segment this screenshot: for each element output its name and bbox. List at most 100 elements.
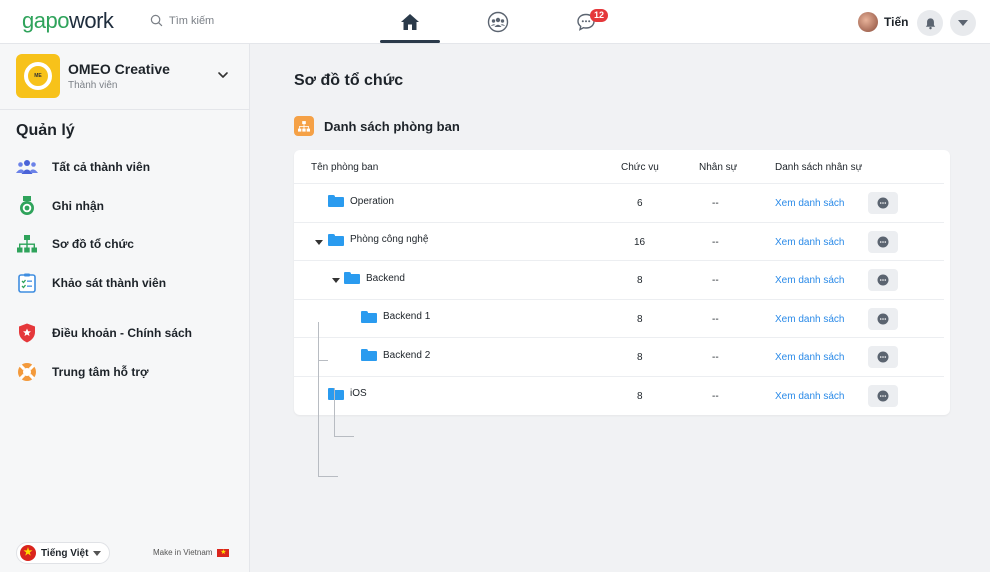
list-title-text: Danh sách phòng ban — [324, 118, 460, 134]
folder-icon — [361, 349, 377, 361]
members-icon — [16, 156, 38, 178]
sidebar-item-label: Khảo sát thành viên — [52, 276, 167, 290]
sidebar-item-label: Sơ đồ tổ chức — [52, 237, 134, 251]
group-icon[interactable] — [486, 10, 510, 34]
vietnam-flag-icon: ★ — [217, 548, 230, 557]
chevron-down-icon — [218, 72, 228, 78]
staff-count: -- — [712, 198, 719, 209]
made-in-label: Make in Vietnam — [153, 548, 213, 557]
sidebar-item-recognition[interactable]: Ghi nhận — [16, 194, 104, 218]
shield-icon — [16, 322, 38, 344]
staff-count: -- — [712, 275, 719, 286]
staff-count: -- — [712, 390, 719, 402]
view-list-link[interactable]: Xem danh sách — [775, 275, 845, 286]
tree-connector-line — [334, 388, 335, 436]
table-row: Backend 1 8 -- Xem danh sách — [294, 300, 944, 338]
org-chart-icon — [294, 116, 314, 136]
org-switcher[interactable]: ME OMEO Creative Thành viên — [16, 54, 236, 100]
lifebuoy-icon — [16, 361, 38, 383]
folder-icon — [328, 387, 344, 400]
department-list-title: Danh sách phòng ban — [294, 116, 460, 136]
department-name-text: Phòng công nghệ — [350, 234, 429, 245]
folder-icon — [328, 195, 344, 207]
chat-bubble-icon — [877, 236, 889, 247]
tree-connector-line — [318, 360, 328, 361]
staff-count: -- — [712, 313, 719, 325]
chat-button[interactable] — [868, 230, 898, 253]
view-list-link[interactable]: Xem danh sách — [775, 352, 845, 363]
sidebar-item-org-chart[interactable]: Sơ đồ tổ chức — [16, 232, 134, 256]
account-dropdown-button[interactable] — [950, 10, 976, 36]
department-table: Tên phòng ban Chức vụ Nhân sự Danh sách … — [294, 150, 950, 415]
sidebar-item-all-members[interactable]: Tất cả thành viên — [16, 155, 150, 179]
department-name[interactable]: Backend 1 — [361, 310, 431, 323]
chat-button[interactable] — [868, 384, 898, 407]
table-row: Backend 8 -- Xem danh sách — [294, 261, 944, 300]
table-header: Tên phòng ban Chức vụ Nhân sự Danh sách … — [294, 150, 944, 184]
sidebar: ME OMEO Creative Thành viên Quản lý Tất … — [0, 44, 250, 572]
chat-button[interactable] — [868, 192, 898, 214]
avatar — [858, 12, 878, 32]
sidebar-item-label: Tất cả thành viên — [52, 160, 151, 174]
language-select[interactable]: ★ Tiếng Việt — [16, 542, 111, 564]
table-row: Operation 6 -- Xem danh sách — [294, 184, 944, 223]
department-name-text: Backend — [366, 272, 405, 284]
search-icon — [150, 14, 163, 27]
home-icon[interactable] — [398, 10, 422, 34]
table-row: Backend 2 8 -- Xem danh sách — [294, 338, 944, 377]
gapowork-logo[interactable]: gapowork — [22, 8, 114, 34]
bell-icon — [925, 17, 935, 29]
folder-icon — [344, 272, 360, 284]
sidebar-item-label: Trung tâm hỗ trợ — [52, 365, 149, 379]
chat-button[interactable] — [868, 307, 898, 330]
search-box[interactable]: Tìm kiếm — [150, 14, 214, 27]
made-in-vietnam: Make in Vietnam ★ — [153, 548, 230, 557]
tree-connector-line — [318, 476, 338, 477]
view-list-link[interactable]: Xem danh sách — [775, 237, 845, 248]
table-row: iOS 8 -- Xem danh sách — [294, 377, 944, 416]
positions-count: 16 — [634, 236, 646, 248]
expand-caret-icon[interactable] — [332, 278, 340, 283]
org-role: Thành viên — [68, 80, 118, 91]
chat-button[interactable] — [868, 269, 898, 291]
department-name[interactable]: Operation — [328, 195, 394, 207]
folder-icon — [361, 310, 377, 323]
positions-count: 8 — [637, 390, 643, 402]
caret-down-icon — [93, 550, 102, 556]
sidebar-item-label: Ghi nhận — [52, 199, 104, 213]
sidebar-item-label: Điều khoản - Chính sách — [52, 326, 193, 340]
view-list-link[interactable]: Xem danh sách — [775, 391, 845, 402]
tree-connector-line — [318, 322, 319, 476]
sidebar-item-terms-policy[interactable]: Điều khoản - Chính sách — [16, 321, 192, 345]
tree-connector-line — [334, 436, 354, 437]
expand-caret-icon[interactable] — [315, 239, 323, 245]
department-name-text: iOS — [350, 388, 367, 399]
table-row: Phòng công nghệ 16 -- Xem danh sách — [294, 223, 944, 261]
org-chart-icon — [16, 233, 38, 255]
chat-badge: 12 — [590, 9, 608, 22]
view-list-link[interactable]: Xem danh sách — [775, 314, 845, 325]
user-menu[interactable]: Tiến — [858, 12, 908, 32]
department-name-text: Backend 1 — [383, 311, 431, 322]
column-header-staff: Nhân sự — [699, 162, 738, 173]
department-name[interactable]: Backend — [344, 272, 405, 284]
sidebar-item-support-center[interactable]: Trung tâm hỗ trợ — [16, 360, 149, 384]
org-logo: ME — [16, 54, 60, 98]
chat-bubble-icon — [877, 313, 889, 324]
org-name: OMEO Creative — [68, 61, 170, 77]
page-title: Sơ đồ tổ chức — [294, 72, 404, 89]
chat-bubble-icon — [877, 197, 889, 209]
caret-down-icon — [958, 20, 968, 26]
nav-active-indicator — [380, 40, 440, 43]
notification-button[interactable] — [917, 10, 943, 36]
positions-count: 8 — [637, 313, 643, 325]
chat-bubble-icon — [877, 390, 889, 401]
department-name-text: Backend 2 — [383, 349, 431, 361]
chat-bubble-icon — [877, 351, 889, 363]
chat-button[interactable] — [868, 346, 898, 368]
positions-count: 8 — [637, 275, 643, 286]
view-list-link[interactable]: Xem danh sách — [775, 198, 845, 209]
sidebar-item-survey[interactable]: Khảo sát thành viên — [16, 271, 166, 295]
department-name[interactable]: Phòng công nghệ — [328, 233, 429, 246]
department-name[interactable]: Backend 2 — [361, 349, 430, 361]
